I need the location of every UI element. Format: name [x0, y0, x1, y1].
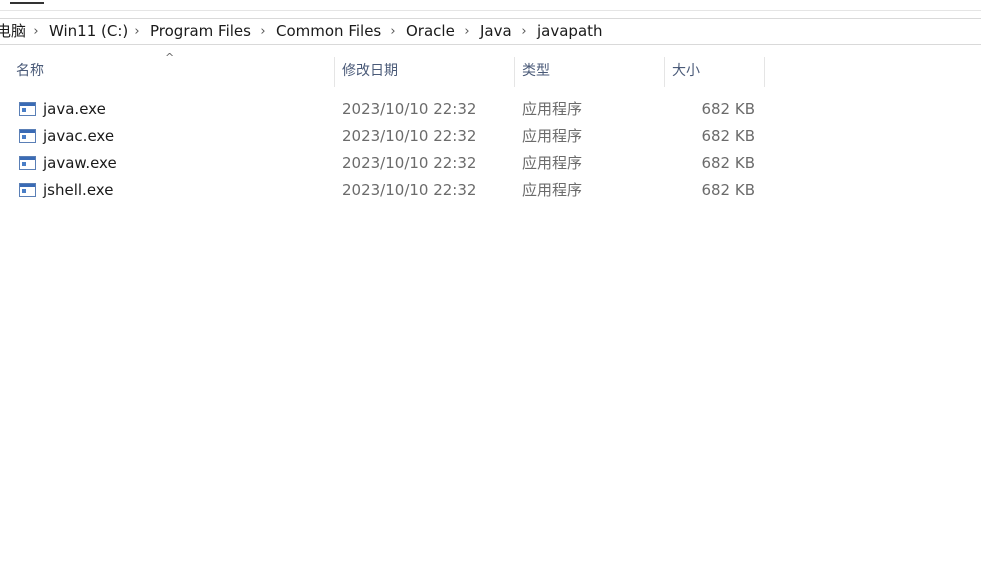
file-name: java.exe	[43, 100, 106, 118]
file-row-java[interactable]: java.exe 2023/10/10 22:32 应用程序 682 KB	[0, 96, 981, 123]
column-resize-handle[interactable]	[764, 57, 765, 87]
title-strip	[0, 0, 981, 11]
file-date-modified: 2023/10/10 22:32	[342, 127, 477, 145]
file-name: jshell.exe	[43, 181, 114, 199]
column-header-type[interactable]: 类型	[522, 55, 664, 87]
file-type: 应用程序	[522, 154, 583, 172]
application-exe-icon	[19, 183, 36, 197]
chevron-right-icon[interactable]: ›	[462, 19, 472, 44]
chevron-right-icon[interactable]: ›	[132, 19, 142, 44]
column-header-name[interactable]: 名称	[16, 55, 334, 87]
column-header-row: ^ 名称 修改日期 类型 大小	[0, 51, 981, 87]
breadcrumb-item-oracle[interactable]: Oracle	[406, 19, 455, 44]
chevron-right-icon[interactable]: ›	[31, 19, 41, 44]
file-size: 682 KB	[701, 127, 755, 145]
file-size: 682 KB	[701, 181, 755, 199]
column-resize-handle[interactable]	[514, 57, 515, 87]
file-name: javaw.exe	[43, 154, 117, 172]
file-date-modified: 2023/10/10 22:32	[342, 181, 477, 199]
chevron-right-icon[interactable]: ›	[519, 19, 529, 44]
column-header-size[interactable]: 大小	[672, 55, 764, 87]
chevron-right-icon[interactable]: ›	[258, 19, 268, 44]
breadcrumb-item-this-pc[interactable]: 电脑	[0, 19, 26, 44]
column-header-date-modified[interactable]: 修改日期	[342, 55, 514, 87]
column-resize-handle[interactable]	[334, 57, 335, 87]
application-exe-icon	[19, 129, 36, 143]
file-type: 应用程序	[522, 100, 583, 118]
breadcrumb-item-javapath[interactable]: javapath	[537, 19, 603, 44]
application-exe-icon	[19, 102, 36, 116]
file-row-jshell[interactable]: jshell.exe 2023/10/10 22:32 应用程序 682 KB	[0, 177, 981, 204]
breadcrumb-item-program-files[interactable]: Program Files	[150, 19, 251, 44]
file-size: 682 KB	[701, 100, 755, 118]
column-resize-handle[interactable]	[664, 57, 665, 87]
file-size: 682 KB	[701, 154, 755, 172]
breadcrumb[interactable]: 电脑 › Win11 (C:) › Program Files › Common…	[0, 18, 981, 45]
file-type: 应用程序	[522, 127, 583, 145]
breadcrumb-item-drive[interactable]: Win11 (C:)	[49, 19, 128, 44]
file-row-javac[interactable]: javac.exe 2023/10/10 22:32 应用程序 682 KB	[0, 123, 981, 150]
file-name: javac.exe	[43, 127, 115, 145]
chevron-right-icon[interactable]: ›	[388, 19, 398, 44]
file-date-modified: 2023/10/10 22:32	[342, 100, 477, 118]
file-type: 应用程序	[522, 181, 583, 199]
truncated-title-glyph	[10, 0, 44, 4]
application-exe-icon	[19, 156, 36, 170]
breadcrumb-item-common-files[interactable]: Common Files	[276, 19, 381, 44]
breadcrumb-item-java[interactable]: Java	[480, 19, 512, 44]
file-date-modified: 2023/10/10 22:32	[342, 154, 477, 172]
file-row-javaw[interactable]: javaw.exe 2023/10/10 22:32 应用程序 682 KB	[0, 150, 981, 177]
